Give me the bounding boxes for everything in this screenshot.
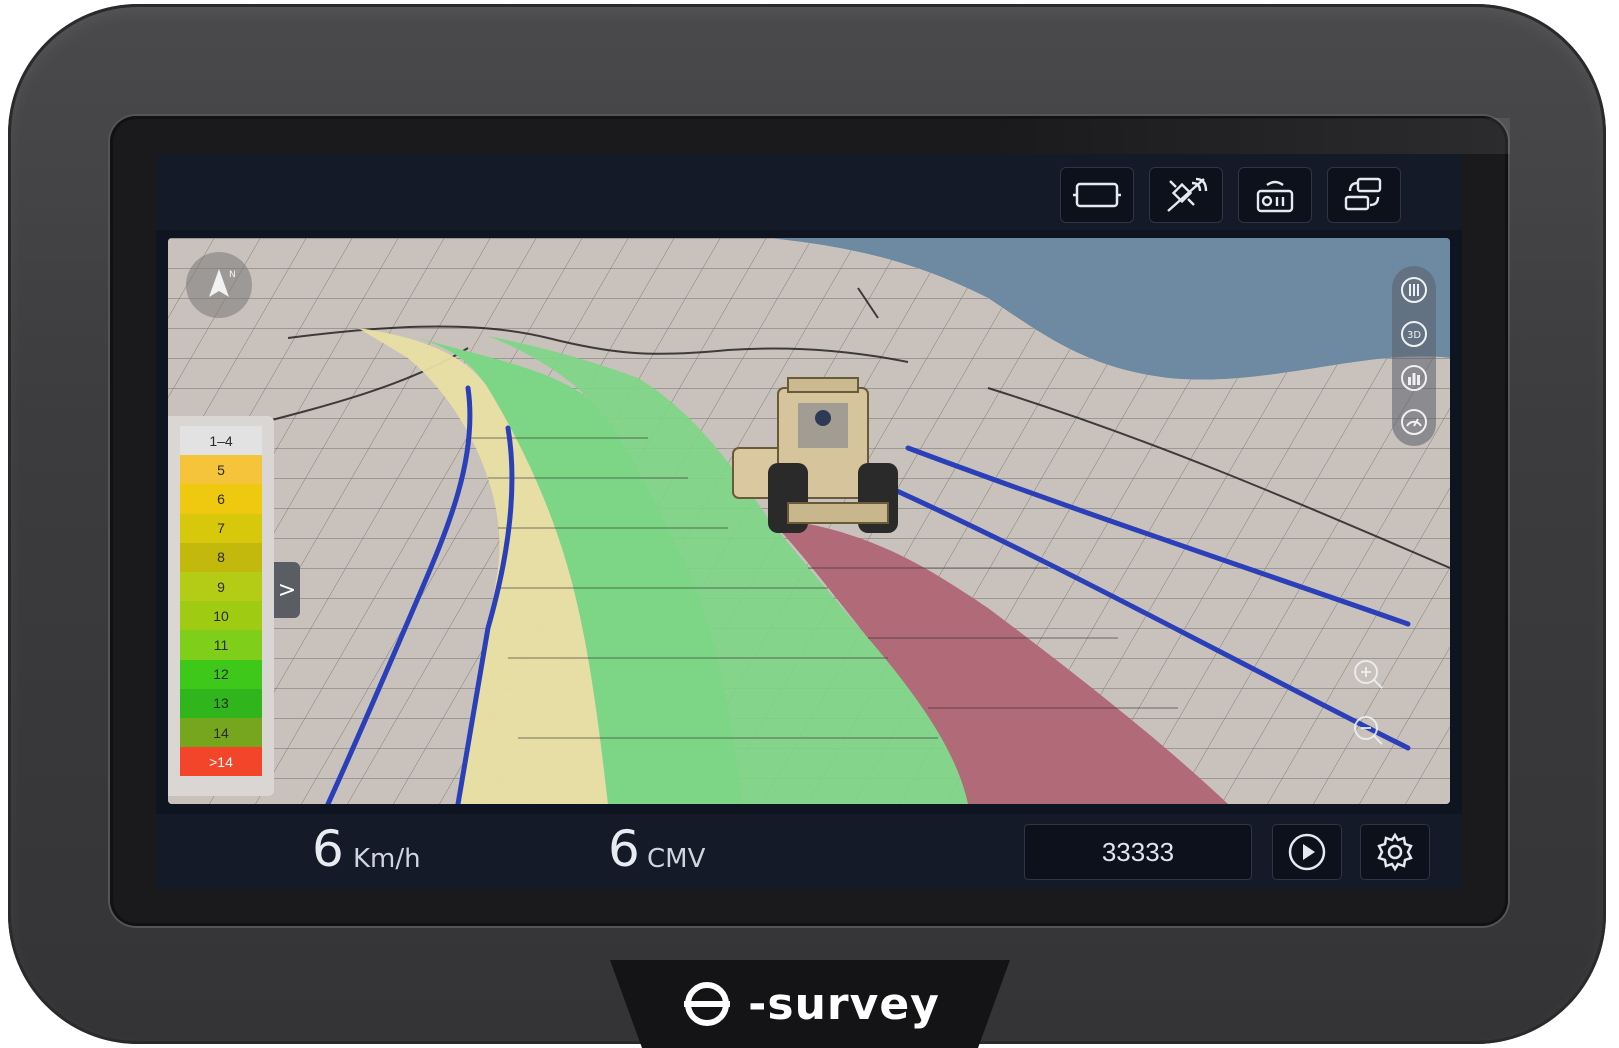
bottom-status-bar: 6 Km/h 6 CMV 33333 (156, 814, 1462, 889)
legend-row: 12 (180, 659, 262, 689)
gear-icon (1377, 832, 1413, 872)
legend-row: 5 (180, 455, 262, 485)
switch-icon (1344, 177, 1382, 211)
brand-logo-text: -survey (748, 978, 940, 1030)
legend-row: 8 (180, 542, 262, 572)
terrain-scene (168, 238, 1450, 804)
value-field[interactable]: 33333 (1024, 824, 1252, 880)
speed-value: 6 (312, 820, 344, 878)
legend-row: >14 (180, 747, 262, 777)
3d-tool-icon[interactable]: 3D (1400, 320, 1428, 348)
legend-row: 11 (180, 630, 262, 660)
radio-button[interactable] (1238, 167, 1312, 223)
legend-row: 14 (180, 718, 262, 748)
north-arrow-icon: N (209, 269, 236, 297)
compass-label: N (229, 270, 236, 280)
frame-icon (1073, 182, 1121, 208)
legend-row: 9 (180, 572, 262, 602)
map-view[interactable]: N 1–4 5 6 7 8 9 10 11 12 13 14 >14 > 3D (168, 238, 1450, 804)
cmv-value: 6 (608, 820, 640, 878)
legend-toggle-button[interactable]: > (274, 562, 300, 618)
speed-unit: Km/h (353, 844, 421, 874)
brand-logo-icon (684, 982, 731, 1026)
legend-row: 10 (180, 601, 262, 631)
satellite-button[interactable] (1149, 167, 1223, 223)
satellite-icon (1167, 177, 1208, 212)
zoom-out-icon[interactable] (1352, 714, 1384, 746)
legend-row: 6 (180, 484, 262, 514)
cmv-legend: 1–4 5 6 7 8 9 10 11 12 13 14 >14 (168, 416, 274, 796)
play-button[interactable] (1272, 824, 1342, 880)
legend-row: 1–4 (180, 426, 262, 456)
brand-logo-plate: -survey (610, 960, 1010, 1048)
side-tools: 3D (1392, 266, 1436, 446)
play-icon (1288, 833, 1326, 871)
compass-button[interactable]: N (186, 252, 252, 318)
settings-button[interactable] (1360, 824, 1430, 880)
legend-row: 13 (180, 688, 262, 718)
top-toolbar (156, 154, 1462, 230)
radio-icon (1256, 180, 1294, 213)
gauge-tool-icon[interactable] (1400, 408, 1428, 436)
screen-glare (990, 118, 1510, 154)
3d-tool-label: 3D (1407, 330, 1421, 341)
app-screen: N 1–4567891011121314>14 > 3D (156, 154, 1462, 889)
stats-tool-icon[interactable] (1400, 364, 1428, 392)
legend-row: 7 (180, 513, 262, 543)
view-frame-button[interactable] (1060, 167, 1134, 223)
layers-tool-icon[interactable] (1400, 276, 1428, 304)
switch-view-button[interactable] (1327, 167, 1401, 223)
zoom-in-icon[interactable] (1352, 658, 1384, 690)
cmv-unit: CMV (647, 844, 706, 874)
